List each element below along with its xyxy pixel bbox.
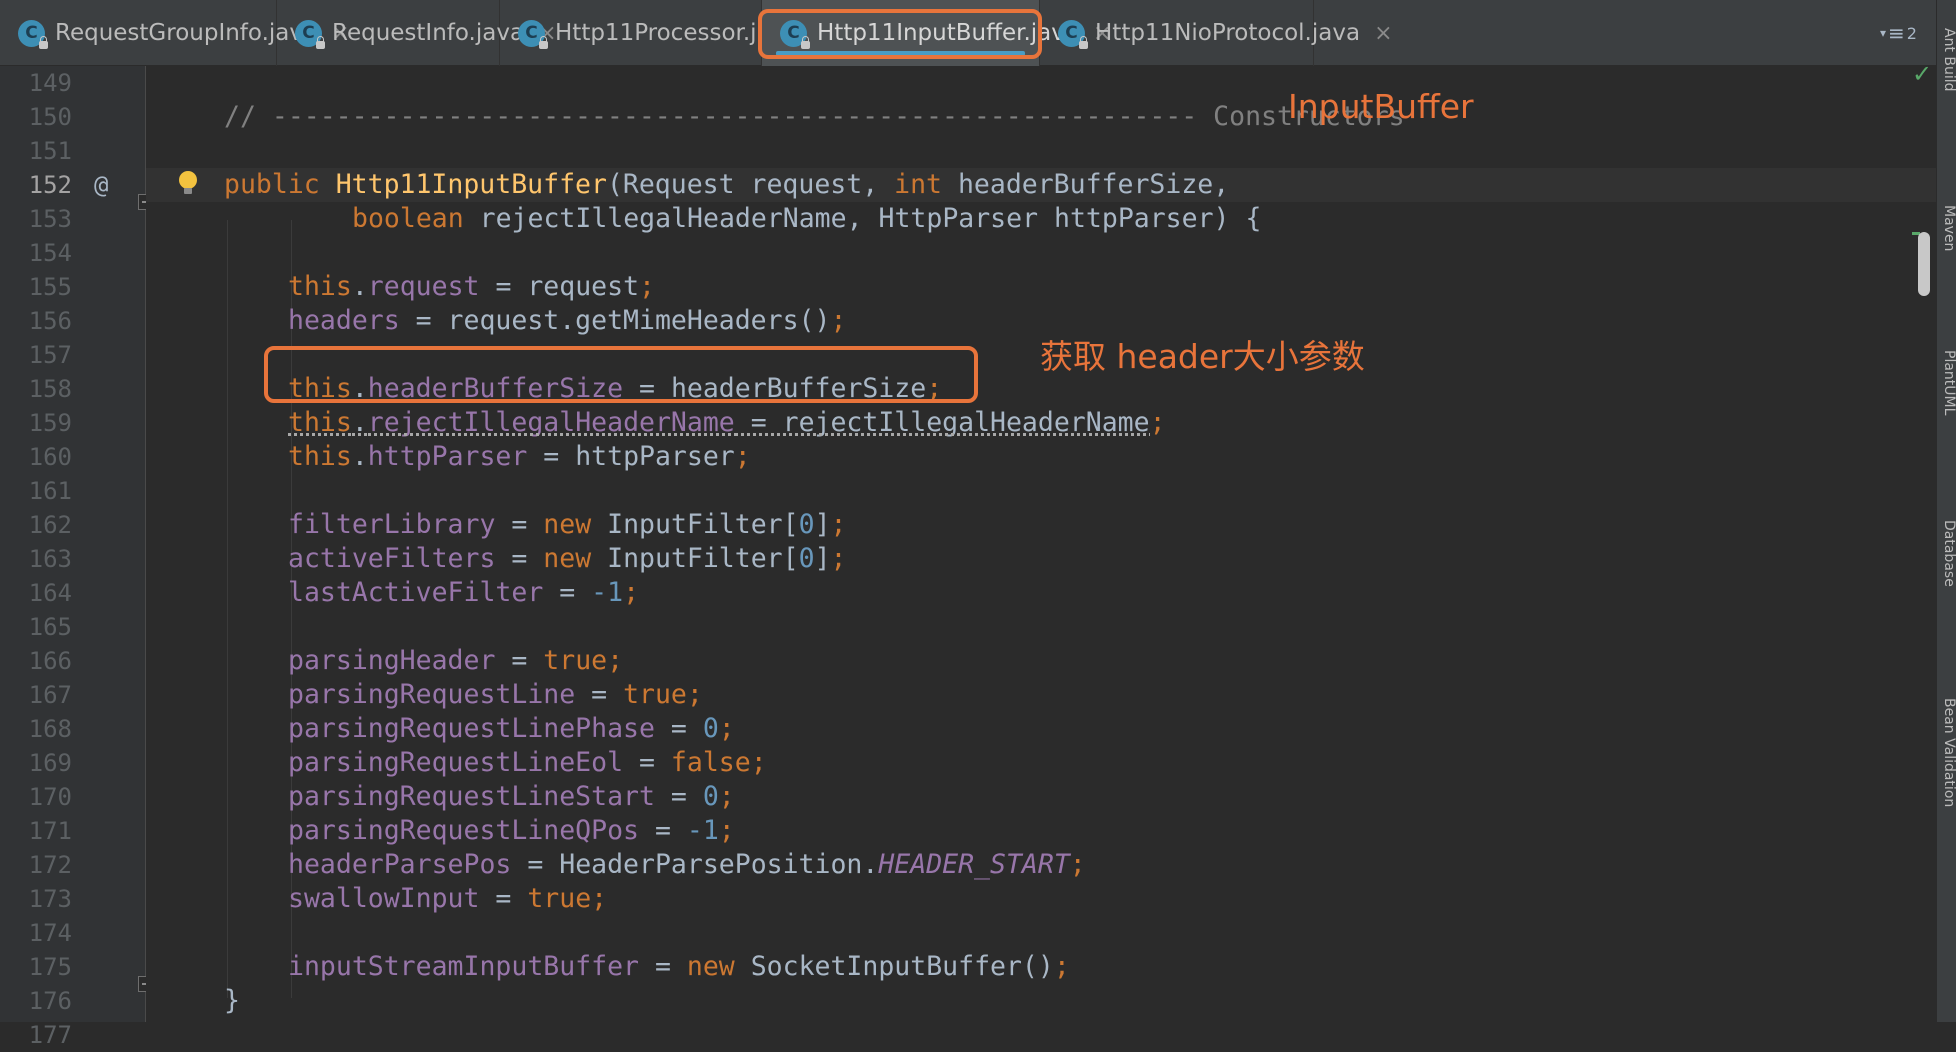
code-line: parsingRequestLineStart = 0; (288, 781, 735, 812)
line-number: 156 (28, 307, 72, 335)
code-line: // -------------------------------------… (224, 101, 1405, 132)
indent-guide (227, 220, 228, 998)
code-line: boolean rejectIllegalHeaderName, HttpPar… (352, 203, 1262, 234)
annotation-header-size: 获取 header大小参数 (1040, 337, 1365, 376)
line-number: 153 (28, 205, 72, 233)
line-number: 168 (28, 715, 72, 743)
line-number: 169 (28, 749, 72, 777)
line-number: 165 (28, 613, 72, 641)
line-number: 162 (28, 511, 72, 539)
tab-http11-input-buffer[interactable]: C Http11InputBuffer.java × (762, 0, 1111, 66)
line-number: 154 (28, 239, 72, 267)
line-number: 160 (28, 443, 72, 471)
editor-gutter: 149 150 151 152 153 154 155 156 157 158 … (0, 66, 146, 1049)
tool-plantuml[interactable]: PlantUML (1937, 350, 1956, 475)
code-line: } (224, 985, 240, 1016)
line-number: 151 (28, 137, 72, 165)
tool-ant-build[interactable]: Ant Build (1937, 28, 1956, 168)
code-line: parsingHeader = true; (288, 645, 624, 676)
code-line: this.request = request; (288, 271, 655, 302)
code-line: public Http11InputBuffer(Request request… (224, 169, 1230, 200)
tab-label: Http11NioProtocol.java (1095, 20, 1361, 46)
line-number: 166 (28, 647, 72, 675)
line-number: 172 (28, 851, 72, 879)
java-class-icon: C (18, 19, 48, 49)
tab-http11-processor[interactable]: C Http11Processor.java × (500, 0, 831, 66)
line-number: 157 (28, 341, 72, 369)
line-number: 159 (28, 409, 72, 437)
line-number: 171 (28, 817, 72, 845)
tool-bean-validation[interactable]: Bean Validation (1937, 698, 1956, 888)
code-line: parsingRequestLine = true; (288, 679, 703, 710)
editor-tab-bar: C RequestGroupInfo.java × C RequestInfo.… (0, 0, 1956, 66)
constructor-name: Http11InputBuffer (335, 169, 607, 200)
line-number: 155 (28, 273, 72, 301)
tool-database[interactable]: Database (1937, 520, 1956, 650)
java-class-icon: C (1058, 19, 1088, 49)
code-line: parsingRequestLinePhase = 0; (288, 713, 735, 744)
list-icon: ≡ (1888, 21, 1905, 45)
line-number: 175 (28, 953, 72, 981)
tab-overflow-count: 2 (1906, 23, 1917, 43)
check-icon: ✓ (1912, 60, 1933, 88)
code-line: headerParsePos = HeaderParsePosition.HEA… (288, 849, 1086, 880)
right-tool-strip: Ant Build Maven PlantUML Database Bean V… (1936, 0, 1956, 1022)
code-line: this.headerBufferSize = headerBufferSize… (288, 373, 943, 404)
java-class-icon: C (518, 19, 548, 49)
line-number: 163 (28, 545, 72, 573)
code-line: parsingRequestLineQPos = -1; (288, 815, 735, 846)
close-icon[interactable]: × (1374, 21, 1392, 46)
line-number: 170 (28, 783, 72, 811)
scrollbar-thumb[interactable] (1918, 232, 1930, 296)
line-number: 174 (28, 919, 72, 947)
line-number: 161 (28, 477, 72, 505)
line-number: 150 (28, 103, 72, 131)
line-number: 177 (28, 1021, 72, 1049)
java-class-icon: C (295, 19, 325, 49)
code-line: lastActiveFilter = -1; (288, 577, 640, 608)
line-number: 167 (28, 681, 72, 709)
line-number-current: 152 (28, 171, 72, 199)
code-line: this.rejectIllegalHeaderName = rejectIll… (288, 407, 1166, 438)
tab-overflow-menu[interactable]: ▾ ≡ 2 (1880, 16, 1917, 50)
tab-label: RequestInfo.java (332, 20, 525, 46)
code-line: filterLibrary = new InputFilter[0]; (288, 509, 847, 540)
line-number: 173 (28, 885, 72, 913)
chevron-down-icon: ▾ (1880, 26, 1887, 40)
code-line: swallowInput = true; (288, 883, 608, 914)
line-number: 149 (28, 69, 72, 97)
code-line: headers = request.getMimeHeaders(); (288, 305, 847, 336)
line-number: 164 (28, 579, 72, 607)
line-number: 176 (28, 987, 72, 1015)
line-number: 158 (28, 375, 72, 403)
tool-maven[interactable]: Maven (1937, 205, 1956, 305)
java-class-icon: C (780, 19, 810, 49)
code-editor[interactable]: // -------------------------------------… (146, 66, 1936, 1022)
code-line: activeFilters = new InputFilter[0]; (288, 543, 847, 574)
code-line: this.httpParser = httpParser; (288, 441, 751, 472)
tab-http11-nio-protocol[interactable]: C Http11NioProtocol.java × (1040, 0, 1393, 66)
override-marker-icon[interactable]: @ (94, 168, 108, 202)
tab-request-info[interactable]: C RequestInfo.java × (277, 0, 557, 66)
code-line: inputStreamInputBuffer = new SocketInput… (288, 951, 1070, 982)
annotation-inputbuffer: InputBuffer (1288, 87, 1474, 126)
tab-request-group-info[interactable]: C RequestGroupInfo.java × (0, 0, 350, 66)
code-line: parsingRequestLineEol = false; (288, 747, 767, 778)
lightbulb-icon[interactable] (176, 168, 200, 202)
